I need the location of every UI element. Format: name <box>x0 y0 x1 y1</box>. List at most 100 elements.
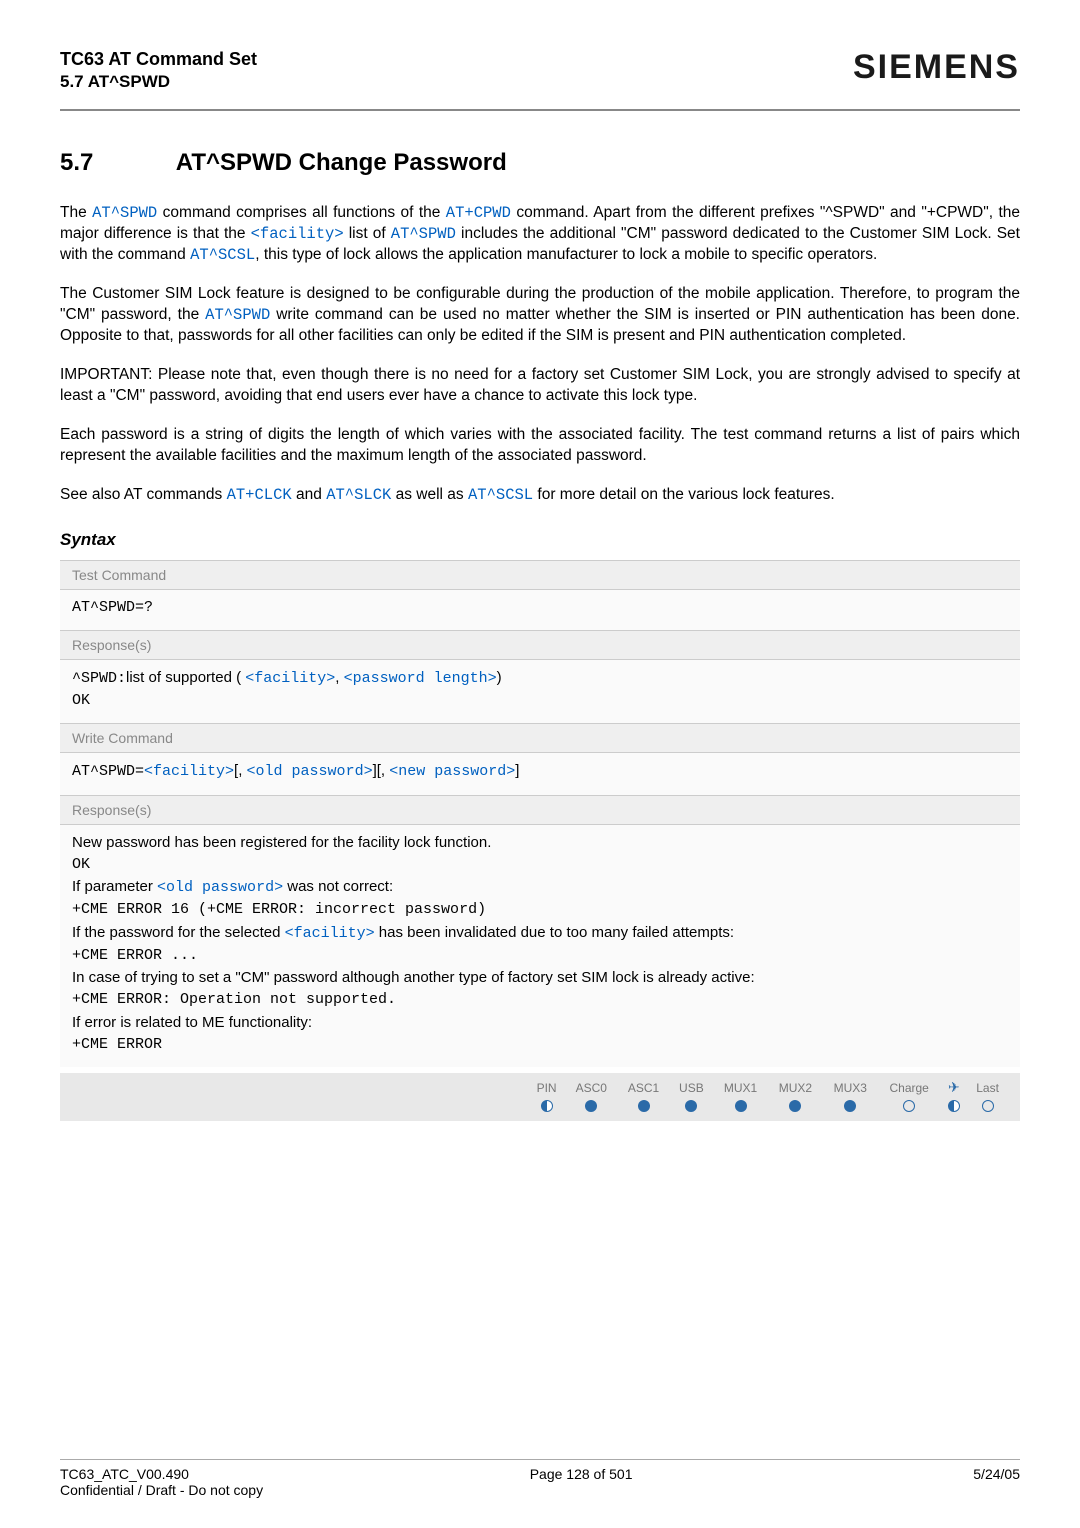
section-heading: 5.7 AT^SPWD Change Password <box>60 149 1020 177</box>
col-last: Last <box>967 1077 1008 1098</box>
cmd-at-clck[interactable]: AT+CLCK <box>227 486 292 504</box>
val-usb <box>670 1098 713 1117</box>
col-airplane: ✈ <box>941 1077 968 1098</box>
paragraph-4: Each password is a string of digits the … <box>60 425 1020 467</box>
dot-half-icon <box>948 1100 960 1112</box>
doc-title: TC63 AT Command Set <box>60 48 257 71</box>
section-ref: 5.7 AT^SPWD <box>60 71 257 93</box>
header-rule <box>60 109 1020 111</box>
param-pwlen[interactable]: <password length> <box>344 670 497 687</box>
write-l7: +CME ERROR: Operation not supported. <box>72 990 1008 1010</box>
footer-rule <box>60 1459 1020 1460</box>
dot-full-icon <box>735 1100 747 1112</box>
support-value-row <box>528 1098 1008 1117</box>
col-mux1: MUX1 <box>713 1077 768 1098</box>
param-new-pw[interactable]: <new password> <box>389 763 515 780</box>
param-facility-4[interactable]: <facility> <box>285 925 375 942</box>
param-old-pw-2[interactable]: <old password> <box>157 879 283 896</box>
val-pin <box>528 1098 565 1117</box>
write-l5: +CME ERROR ... <box>72 946 1008 966</box>
p5-text: See also AT commands <box>60 486 227 503</box>
param-facility-3[interactable]: <facility> <box>144 763 234 780</box>
cmd-at-spwd[interactable]: AT^SPWD <box>92 204 157 222</box>
cmd-at-slck[interactable]: AT^SLCK <box>326 486 391 504</box>
p5-text2: and <box>292 486 326 503</box>
dot-full-icon <box>685 1100 697 1112</box>
section-title: AT^SPWD Change Password <box>176 149 507 176</box>
footer-date: 5/24/05 <box>973 1466 1020 1482</box>
test-ok: OK <box>72 691 1008 711</box>
val-air <box>941 1098 968 1117</box>
val-mux2 <box>768 1098 823 1117</box>
write-cmd: AT^SPWD=<facility>[, <old password>][, <… <box>72 761 1008 782</box>
write-l8: If error is related to ME functionality: <box>72 1013 1008 1033</box>
cmd-at-scsl-2[interactable]: AT^SCSL <box>468 486 533 504</box>
cmd-at-spwd-3[interactable]: AT^SPWD <box>205 306 270 324</box>
p5-text4: for more detail on the various lock feat… <box>533 486 835 503</box>
col-usb: USB <box>670 1077 713 1098</box>
l2a: If parameter <box>72 878 157 895</box>
dot-full-icon <box>844 1100 856 1112</box>
p1-text6: , this type of lock allows the applicati… <box>255 246 877 263</box>
support-header-row: PIN ASC0 ASC1 USB MUX1 MUX2 MUX3 Charge … <box>528 1077 1008 1098</box>
resp-end: ) <box>497 669 502 686</box>
write-response-label: Response(s) <box>60 795 1020 825</box>
paragraph-3: IMPORTANT: Please note that, even though… <box>60 365 1020 407</box>
dot-full-icon <box>638 1100 650 1112</box>
paragraph-2: The Customer SIM Lock feature is designe… <box>60 284 1020 347</box>
l4c: has been invalidated due to too many fai… <box>375 924 734 941</box>
param-old-pw[interactable]: <old password> <box>247 763 373 780</box>
header-left: TC63 AT Command Set 5.7 AT^SPWD <box>60 48 257 93</box>
val-asc0 <box>565 1098 617 1117</box>
b2: ][, <box>373 762 390 779</box>
test-command-label: Test Command <box>60 560 1020 590</box>
write-command-label: Write Command <box>60 723 1020 753</box>
cmd-at-scsl[interactable]: AT^SCSL <box>190 246 255 264</box>
page-footer: TC63_ATC_V00.490 Page 128 of 501 5/24/05 <box>60 1466 1020 1482</box>
test-response-label: Response(s) <box>60 630 1020 660</box>
footer-confidential: Confidential / Draft - Do not copy <box>60 1482 1020 1498</box>
syntax-heading: Syntax <box>60 530 1020 550</box>
paragraph-1: The AT^SPWD command comprises all functi… <box>60 203 1020 266</box>
val-last <box>967 1098 1008 1117</box>
l4a: If the password for the selected <box>72 924 285 941</box>
col-asc1: ASC1 <box>617 1077 669 1098</box>
dot-half-icon <box>541 1100 553 1112</box>
write-l2: If parameter <old password> was not corr… <box>72 877 1008 898</box>
cmd-at-cpwd[interactable]: AT+CPWD <box>446 204 511 222</box>
footer-doc-id: TC63_ATC_V00.490 <box>60 1466 189 1482</box>
val-charge <box>878 1098 941 1117</box>
write-l1: New password has been registered for the… <box>72 833 1008 853</box>
col-asc0: ASC0 <box>565 1077 617 1098</box>
write-l9: +CME ERROR <box>72 1035 1008 1055</box>
p1-text: The <box>60 204 92 221</box>
paragraph-5: See also AT commands AT+CLCK and AT^SLCK… <box>60 485 1020 506</box>
p1-text4: list of <box>344 225 391 242</box>
param-facility-2[interactable]: <facility> <box>245 670 335 687</box>
test-resp-line: ^SPWD:list of supported ( <facility>, <p… <box>72 668 1008 689</box>
section-number: 5.7 <box>60 149 170 177</box>
brand-logo: SIEMENS <box>853 48 1020 87</box>
b3: ] <box>515 762 519 779</box>
b1: [, <box>234 762 247 779</box>
dot-full-icon <box>585 1100 597 1112</box>
resp-comma: , <box>335 669 343 686</box>
support-matrix: PIN ASC0 ASC1 USB MUX1 MUX2 MUX3 Charge … <box>60 1073 1020 1121</box>
footer-page: Page 128 of 501 <box>530 1466 633 1482</box>
p1-text2: command comprises all functions of the <box>157 204 446 221</box>
cmd-at-spwd-2[interactable]: AT^SPWD <box>391 225 456 243</box>
test-command-body: AT^SPWD=? <box>60 590 1020 630</box>
dot-empty-icon <box>903 1100 915 1112</box>
param-facility[interactable]: <facility> <box>251 225 344 243</box>
write-response-body: New password has been registered for the… <box>60 825 1020 1068</box>
dot-empty-icon <box>982 1100 994 1112</box>
col-charge: Charge <box>878 1077 941 1098</box>
write-ok: OK <box>72 855 1008 875</box>
write-cmd-pre: AT^SPWD= <box>72 763 144 780</box>
write-l6: In case of trying to set a "CM" password… <box>72 968 1008 988</box>
l2c: was not correct: <box>283 878 393 895</box>
val-mux3 <box>823 1098 878 1117</box>
write-l4: If the password for the selected <facili… <box>72 923 1008 944</box>
resp-mid: list of supported ( <box>126 669 245 686</box>
write-command-body: AT^SPWD=<facility>[, <old password>][, <… <box>60 753 1020 794</box>
